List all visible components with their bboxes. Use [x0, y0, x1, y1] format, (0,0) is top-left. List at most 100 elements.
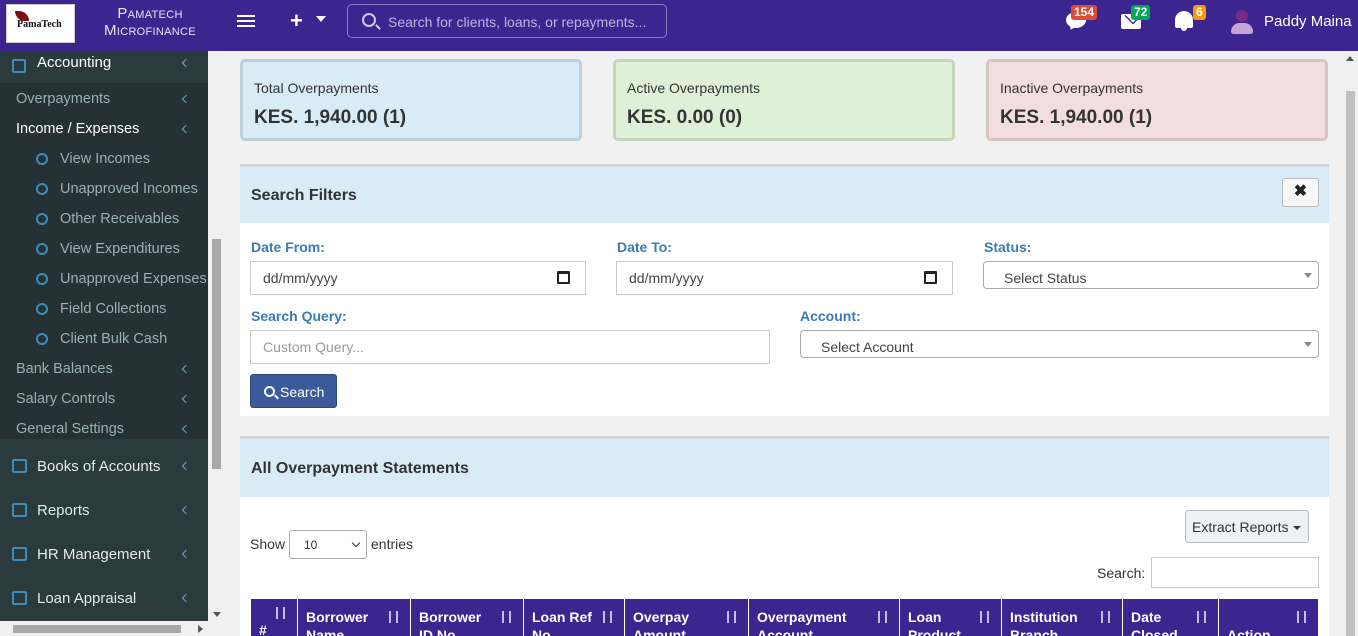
column-header-number[interactable]: #: [251, 599, 298, 636]
sort-icon[interactable]: [1100, 609, 1114, 625]
table-search-label: Search:: [1097, 565, 1146, 581]
circle-icon: [36, 183, 48, 195]
column-header-borrower-name[interactable]: Borrower Name: [298, 599, 411, 636]
company-logo[interactable]: PamaTech: [6, 4, 75, 43]
menu-toggle-icon[interactable]: [237, 12, 255, 30]
statements-title: All Overpayment Statements: [251, 460, 469, 477]
account-label: Account:: [800, 308, 861, 324]
column-header-overpay-amount[interactable]: Overpay Amount: [625, 599, 749, 636]
user-name[interactable]: Paddy Maina: [1264, 13, 1352, 30]
messages-badge: 154: [1071, 5, 1098, 20]
search-filters-header: Search Filters ✖: [240, 167, 1329, 223]
logo-text: PamaTech: [17, 19, 62, 30]
sort-icon[interactable]: [388, 609, 402, 625]
sort-icon[interactable]: [726, 609, 740, 625]
extract-reports-button[interactable]: Extract Reports: [1185, 510, 1309, 543]
search-icon: [362, 13, 376, 27]
select-caret-icon: [1304, 342, 1312, 347]
chevron-left-icon: [181, 549, 191, 559]
brand-line-2: Microfinance: [104, 22, 196, 39]
show-label: Show: [250, 536, 286, 552]
calculator-icon: [12, 59, 26, 73]
sort-icon[interactable]: [1296, 609, 1310, 625]
calendar-icon[interactable]: [924, 271, 937, 284]
sidebar-item-salary-controls[interactable]: Salary Controls: [16, 391, 115, 407]
circle-icon: [36, 333, 48, 345]
sort-icon[interactable]: [1196, 609, 1210, 625]
page-vertical-scrollbar[interactable]: [1343, 51, 1358, 636]
search-filters-panel: Search Filters ✖ Date From: dd/mm/yyyy D…: [240, 164, 1329, 416]
sort-icon[interactable]: [501, 609, 515, 625]
user-avatar[interactable]: [1231, 10, 1253, 34]
search-query-label: Search Query:: [251, 308, 347, 324]
circle-icon: [36, 213, 48, 225]
sidebar-item-reports[interactable]: Reports: [0, 489, 208, 533]
brand-name[interactable]: Pamatech Microfinance: [92, 5, 208, 39]
bell-icon[interactable]: [1175, 11, 1193, 31]
global-search-input[interactable]: [388, 12, 658, 32]
statements-header: All Overpayment Statements: [240, 439, 1329, 497]
chevron-left-icon: [181, 94, 191, 104]
search-filters-title: Search Filters: [251, 187, 357, 204]
circle-icon: [36, 153, 48, 165]
column-header-date-closed[interactable]: Date Closed: [1123, 599, 1219, 636]
date-to-label: Date To:: [617, 239, 672, 255]
column-header-action[interactable]: Action: [1219, 599, 1318, 636]
sidebar-item-books-of-accounts[interactable]: Books of Accounts: [0, 445, 208, 489]
date-from-input[interactable]: dd/mm/yyyy: [250, 261, 586, 295]
calendar-icon[interactable]: [557, 271, 570, 284]
column-header-institution-branch[interactable]: Institution Branch: [1002, 599, 1123, 636]
table-search-input[interactable]: [1151, 557, 1319, 588]
statements-table-header: # Borrower Name Borrower ID No Loan Ref …: [251, 599, 1318, 636]
chevron-left-icon: [181, 58, 191, 68]
status-select[interactable]: Select Status: [983, 261, 1319, 289]
quick-add-caret-icon[interactable]: [316, 16, 326, 22]
chevron-left-icon: [181, 505, 191, 515]
sidebar-section-label: Accounting: [37, 54, 112, 71]
sidebar: Accounting Overpayments Income / Expense…: [0, 51, 208, 636]
sidebar-item-overpayments[interactable]: Overpayments: [16, 91, 110, 107]
stat-active-overpayments: Active Overpayments KES. 0.00 (0): [613, 59, 955, 141]
chevron-left-icon: [181, 593, 191, 603]
sidebar-item-bank-balances[interactable]: Bank Balances: [16, 361, 113, 377]
entries-length-select[interactable]: 10: [289, 530, 367, 559]
column-header-loan-ref[interactable]: Loan Ref No: [524, 599, 625, 636]
date-from-label: Date From:: [251, 239, 325, 255]
sidebar-vertical-scrollbar[interactable]: [208, 51, 225, 621]
quick-add-plus-icon[interactable]: +: [290, 8, 303, 34]
sidebar-item-loan-appraisal[interactable]: Loan Appraisal: [0, 577, 208, 621]
sort-icon[interactable]: [979, 609, 993, 625]
sort-icon[interactable]: [275, 605, 289, 621]
sort-icon[interactable]: [602, 609, 616, 625]
circle-icon: [36, 273, 48, 285]
stat-inactive-overpayments: Inactive Overpayments KES. 1,940.00 (1): [986, 59, 1328, 141]
sort-icon[interactable]: [877, 609, 891, 625]
status-label: Status:: [984, 239, 1032, 255]
sidebar-item-general-settings[interactable]: General Settings: [16, 421, 124, 437]
close-filters-button[interactable]: ✖: [1282, 178, 1319, 207]
stat-total-overpayments: Total Overpayments KES. 1,940.00 (1): [240, 59, 582, 141]
entries-label: entries: [371, 536, 414, 552]
column-header-loan-product[interactable]: Loan Product: [900, 599, 1002, 636]
column-header-overpayment-account[interactable]: Overpayment Account: [749, 599, 900, 636]
sidebar-item-hr-management[interactable]: HR Management: [0, 533, 208, 577]
logo-area[interactable]: PamaTech: [0, 0, 82, 51]
search-button[interactable]: Search: [250, 374, 337, 408]
notifications-badge: 6: [1193, 5, 1206, 20]
global-search[interactable]: [347, 4, 667, 38]
date-to-input[interactable]: dd/mm/yyyy: [616, 261, 953, 295]
circle-icon: [36, 243, 48, 255]
select-caret-icon: [1304, 273, 1312, 278]
mail-badge: 72: [1131, 5, 1151, 20]
statements-panel: All Overpayment Statements Show 10 entri…: [240, 436, 1329, 636]
sidebar-item-income-expenses[interactable]: Income / Expenses: [16, 121, 139, 137]
chevron-left-icon: [181, 364, 191, 374]
book-icon: [12, 459, 27, 473]
search-icon: [264, 386, 275, 397]
account-select[interactable]: Select Account: [800, 330, 1319, 358]
sidebar-item-accounting[interactable]: Accounting: [0, 51, 208, 83]
sidebar-horizontal-scrollbar[interactable]: [0, 621, 208, 636]
column-header-borrower-id[interactable]: Borrower ID No: [411, 599, 524, 636]
search-query-input[interactable]: Custom Query...: [250, 330, 770, 364]
caret-down-icon: [1293, 526, 1301, 530]
